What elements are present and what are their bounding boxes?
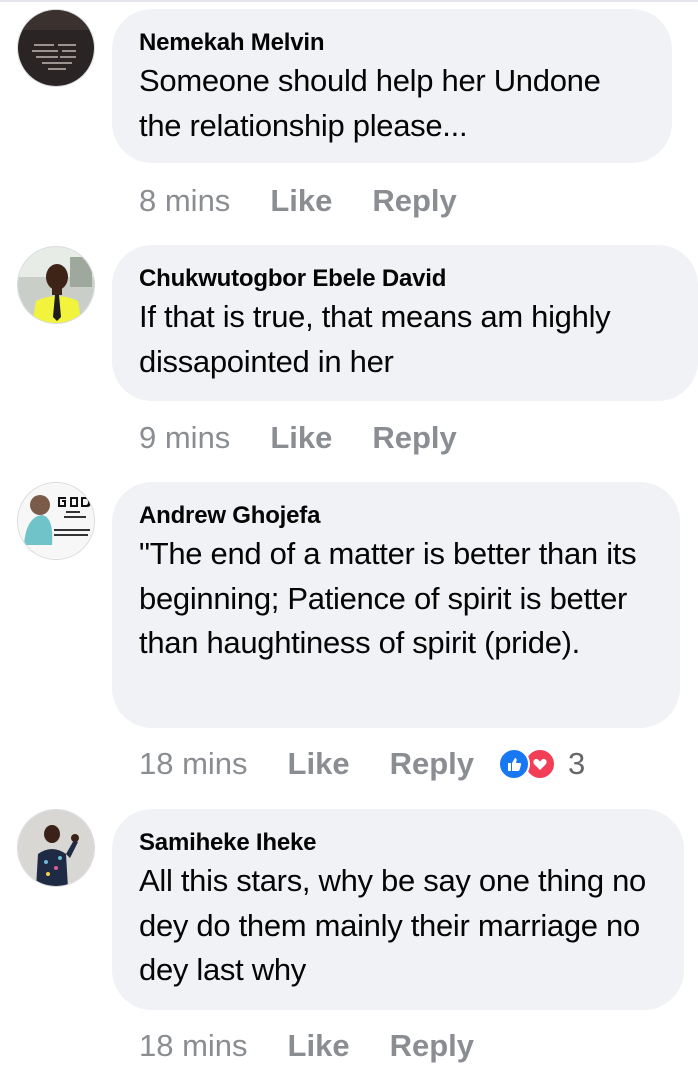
comment-bubble: Andrew Ghojefa "The end of a matter is b…: [112, 482, 680, 728]
comment-bubble: Nemekah Melvin Someone should help her U…: [112, 9, 672, 163]
reply-button[interactable]: Reply: [372, 420, 456, 456]
comment-timestamp[interactable]: 9 mins: [139, 420, 230, 456]
god-text-avatar-icon: [18, 483, 94, 559]
like-button[interactable]: Like: [270, 420, 332, 456]
like-button[interactable]: Like: [288, 1028, 350, 1064]
comment-timestamp[interactable]: 18 mins: [139, 746, 248, 782]
comment-actions: 18 mins Like Reply: [139, 1026, 474, 1066]
comment-text: Someone should help her Undone the relat…: [139, 63, 601, 143]
comment-actions: 8 mins Like Reply: [139, 181, 457, 221]
reaction-count: 3: [568, 746, 586, 781]
comment-actions: 18 mins Like Reply 3: [139, 744, 585, 784]
child-avatar-icon: [18, 810, 94, 886]
comment-text: "The end of a matter is better than its …: [139, 536, 637, 660]
comment-author[interactable]: Nemekah Melvin: [139, 29, 646, 57]
avatar[interactable]: [17, 809, 95, 887]
like-button[interactable]: Like: [288, 746, 350, 782]
comment-text: If that is true, that means am highly di…: [139, 299, 611, 379]
comment-text: All this stars, why be say one thing no …: [139, 863, 646, 987]
reply-button[interactable]: Reply: [390, 1028, 474, 1064]
comment-author[interactable]: Andrew Ghojefa: [139, 502, 654, 530]
person-yellow-shirt-avatar-icon: [18, 247, 94, 323]
reply-button[interactable]: Reply: [372, 183, 456, 219]
like-button[interactable]: Like: [270, 183, 332, 219]
comment-actions: 9 mins Like Reply: [139, 418, 457, 458]
reply-button[interactable]: Reply: [390, 746, 474, 782]
comment-timestamp[interactable]: 8 mins: [139, 183, 230, 219]
dark-quote-avatar-icon: [18, 10, 94, 86]
top-divider: [0, 0, 698, 2]
comment-author[interactable]: Chukwutogbor Ebele David: [139, 265, 672, 293]
comment-timestamp[interactable]: 18 mins: [139, 1028, 248, 1064]
avatar[interactable]: [17, 482, 95, 560]
comment-bubble: Chukwutogbor Ebele David If that is true…: [112, 245, 698, 401]
avatar[interactable]: [17, 9, 95, 87]
reactions-summary[interactable]: 3: [498, 746, 585, 782]
like-reaction-icon: [498, 748, 530, 780]
avatar[interactable]: [17, 246, 95, 324]
comment-bubble: Samiheke Iheke All this stars, why be sa…: [112, 809, 684, 1010]
comment-author[interactable]: Samiheke Iheke: [139, 829, 658, 857]
